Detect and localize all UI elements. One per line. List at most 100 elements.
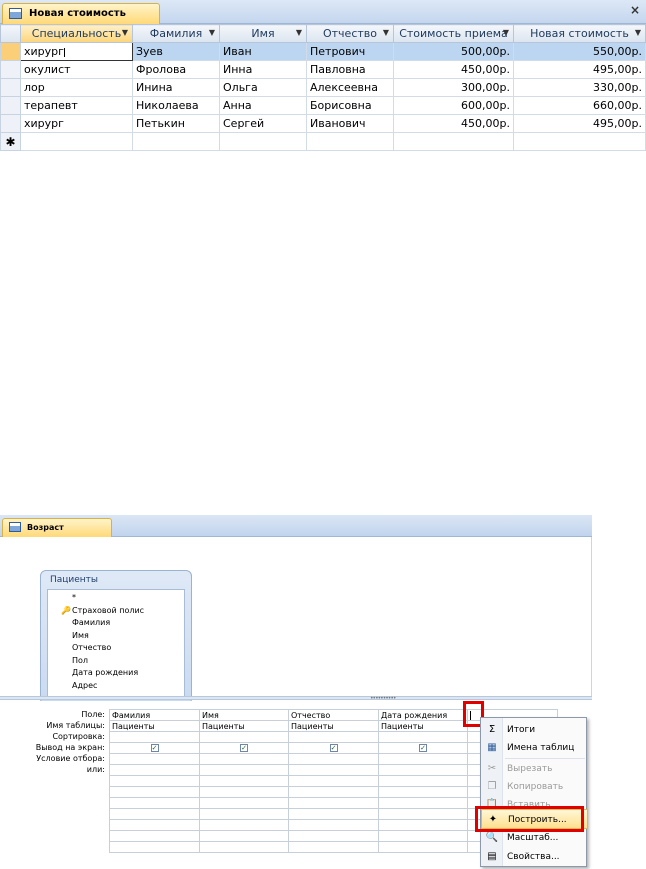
qbe-cell[interactable] [109,797,200,809]
qbe-cell[interactable] [199,808,289,820]
row-selector[interactable] [0,114,21,133]
qbe-cell[interactable] [199,764,289,776]
table-cell[interactable]: Павловна [306,60,394,79]
qbe-cell[interactable] [288,764,379,776]
qbe-cell[interactable]: Отчество [288,709,379,721]
qbe-cell[interactable] [199,841,289,853]
row-selector[interactable] [0,96,21,115]
field-item[interactable]: * [52,592,184,605]
table-cell[interactable]: лор [20,78,133,97]
qbe-cell[interactable] [288,775,379,787]
show-checkbox[interactable]: ✓ [329,744,338,752]
table-cell[interactable]: Алексеевна [306,78,394,97]
qbe-cell[interactable] [199,797,289,809]
qbe-cell[interactable] [378,775,468,787]
table-cell[interactable] [513,132,646,151]
field-item[interactable]: Имя [52,630,184,643]
dropdown-arrow-icon[interactable]: ▼ [122,28,128,37]
select-all-corner[interactable] [0,24,21,43]
table-cell[interactable]: 550,00р. [513,42,646,61]
table-cell[interactable]: 600,00р. [393,96,514,115]
table-cell[interactable]: хирург [20,114,133,133]
row-selector[interactable] [0,78,21,97]
table-cell[interactable]: Инна [219,60,307,79]
qbe-cell[interactable] [288,819,379,831]
table-box-patients[interactable]: Пациенты * 🔑 Страховой полис Фамилия Имя … [40,570,192,705]
table-cell[interactable] [306,132,394,151]
pane-splitter[interactable]: •••••••••• [0,695,592,702]
table-cell[interactable]: 300,00р. [393,78,514,97]
column-header[interactable]: Специальность ▼ [20,24,133,43]
table-cell[interactable]: 450,00р. [393,114,514,133]
qbe-cell[interactable]: Дата рождения [378,709,468,721]
dropdown-arrow-icon[interactable]: ▼ [635,28,641,37]
table-cell[interactable] [219,132,307,151]
qbe-cell[interactable] [109,841,200,853]
new-record-row[interactable]: ✱ [0,132,646,151]
qbe-cell[interactable]: Пациенты [109,720,200,732]
qbe-cell[interactable]: Имя [199,709,289,721]
qbe-cell[interactable]: Пациенты [199,720,289,732]
dropdown-arrow-icon[interactable]: ▼ [503,28,509,37]
menu-item-copy[interactable]: ❐ Копировать [481,777,588,797]
dropdown-arrow-icon[interactable]: ▼ [209,28,215,37]
table-cell[interactable]: 495,00р. [513,60,646,79]
qbe-cell[interactable] [288,731,379,743]
table-cell[interactable]: Николаева [132,96,220,115]
field-list[interactable]: * 🔑 Страховой полис Фамилия Имя Отчество … [47,589,185,699]
field-item[interactable]: Дата рождения [52,667,184,680]
qbe-cell[interactable] [378,841,468,853]
qbe-cell[interactable] [109,830,200,842]
table-cell[interactable]: Петрович [306,42,394,61]
field-item[interactable]: 🔑 Страховой полис [52,605,184,618]
qbe-cell[interactable] [288,753,379,765]
new-record-icon[interactable]: ✱ [0,132,21,151]
table-cell[interactable]: терапевт [20,96,133,115]
table-row[interactable]: лор Инина Ольга Алексеевна 300,00р. 330,… [0,78,646,97]
dropdown-arrow-icon[interactable]: ▼ [296,28,302,37]
qbe-cell[interactable] [288,841,379,853]
qbe-cell[interactable] [199,753,289,765]
qbe-cell[interactable] [199,786,289,798]
qbe-cell[interactable] [378,830,468,842]
tab-new-cost[interactable]: Новая стоимость приема [2,3,160,38]
table-cell[interactable]: хирург [20,42,133,61]
qbe-cell[interactable] [288,797,379,809]
table-cell[interactable]: Петькин [132,114,220,133]
tab-patient-age[interactable]: Возраст пациентов [2,518,112,549]
qbe-cell[interactable] [199,819,289,831]
qbe-cell[interactable] [109,753,200,765]
qbe-cell[interactable] [199,775,289,787]
table-cell[interactable]: окулист [20,60,133,79]
qbe-cell[interactable] [109,786,200,798]
table-cell[interactable]: Зуев [132,42,220,61]
table-cell[interactable]: 495,00р. [513,114,646,133]
row-selector[interactable] [0,42,21,61]
field-item[interactable]: Отчество [52,642,184,655]
table-cell[interactable]: Иванович [306,114,394,133]
dropdown-arrow-icon[interactable]: ▼ [383,28,389,37]
table-cell[interactable]: 500,00р. [393,42,514,61]
qbe-cell[interactable]: Фамилия [109,709,200,721]
qbe-cell[interactable] [288,786,379,798]
table-row[interactable]: окулист Фролова Инна Павловна 450,00р. 4… [0,60,646,79]
table-cell[interactable] [393,132,514,151]
table-cell[interactable]: Ольга [219,78,307,97]
column-header[interactable]: Стоимость приема ▼ [393,24,514,43]
qbe-cell[interactable] [378,786,468,798]
menu-item-cut[interactable]: ✂ Вырезать [481,759,588,779]
qbe-cell[interactable] [378,808,468,820]
column-header[interactable]: Фамилия ▼ [132,24,220,43]
table-cell[interactable]: Борисовна [306,96,394,115]
column-header[interactable]: Имя ▼ [219,24,307,43]
qbe-cell[interactable]: Пациенты [378,720,468,732]
qbe-cell[interactable] [288,830,379,842]
field-item[interactable]: Пол [52,655,184,668]
field-item[interactable]: Адрес [52,680,184,693]
table-row[interactable]: терапевт Николаева Анна Борисовна 600,00… [0,96,646,115]
table-cell[interactable]: Анна [219,96,307,115]
qbe-cell[interactable] [199,830,289,842]
column-header[interactable]: Новая стоимость ▼ [513,24,646,43]
close-icon[interactable]: × [630,3,640,17]
qbe-cell[interactable]: Пациенты [288,720,379,732]
